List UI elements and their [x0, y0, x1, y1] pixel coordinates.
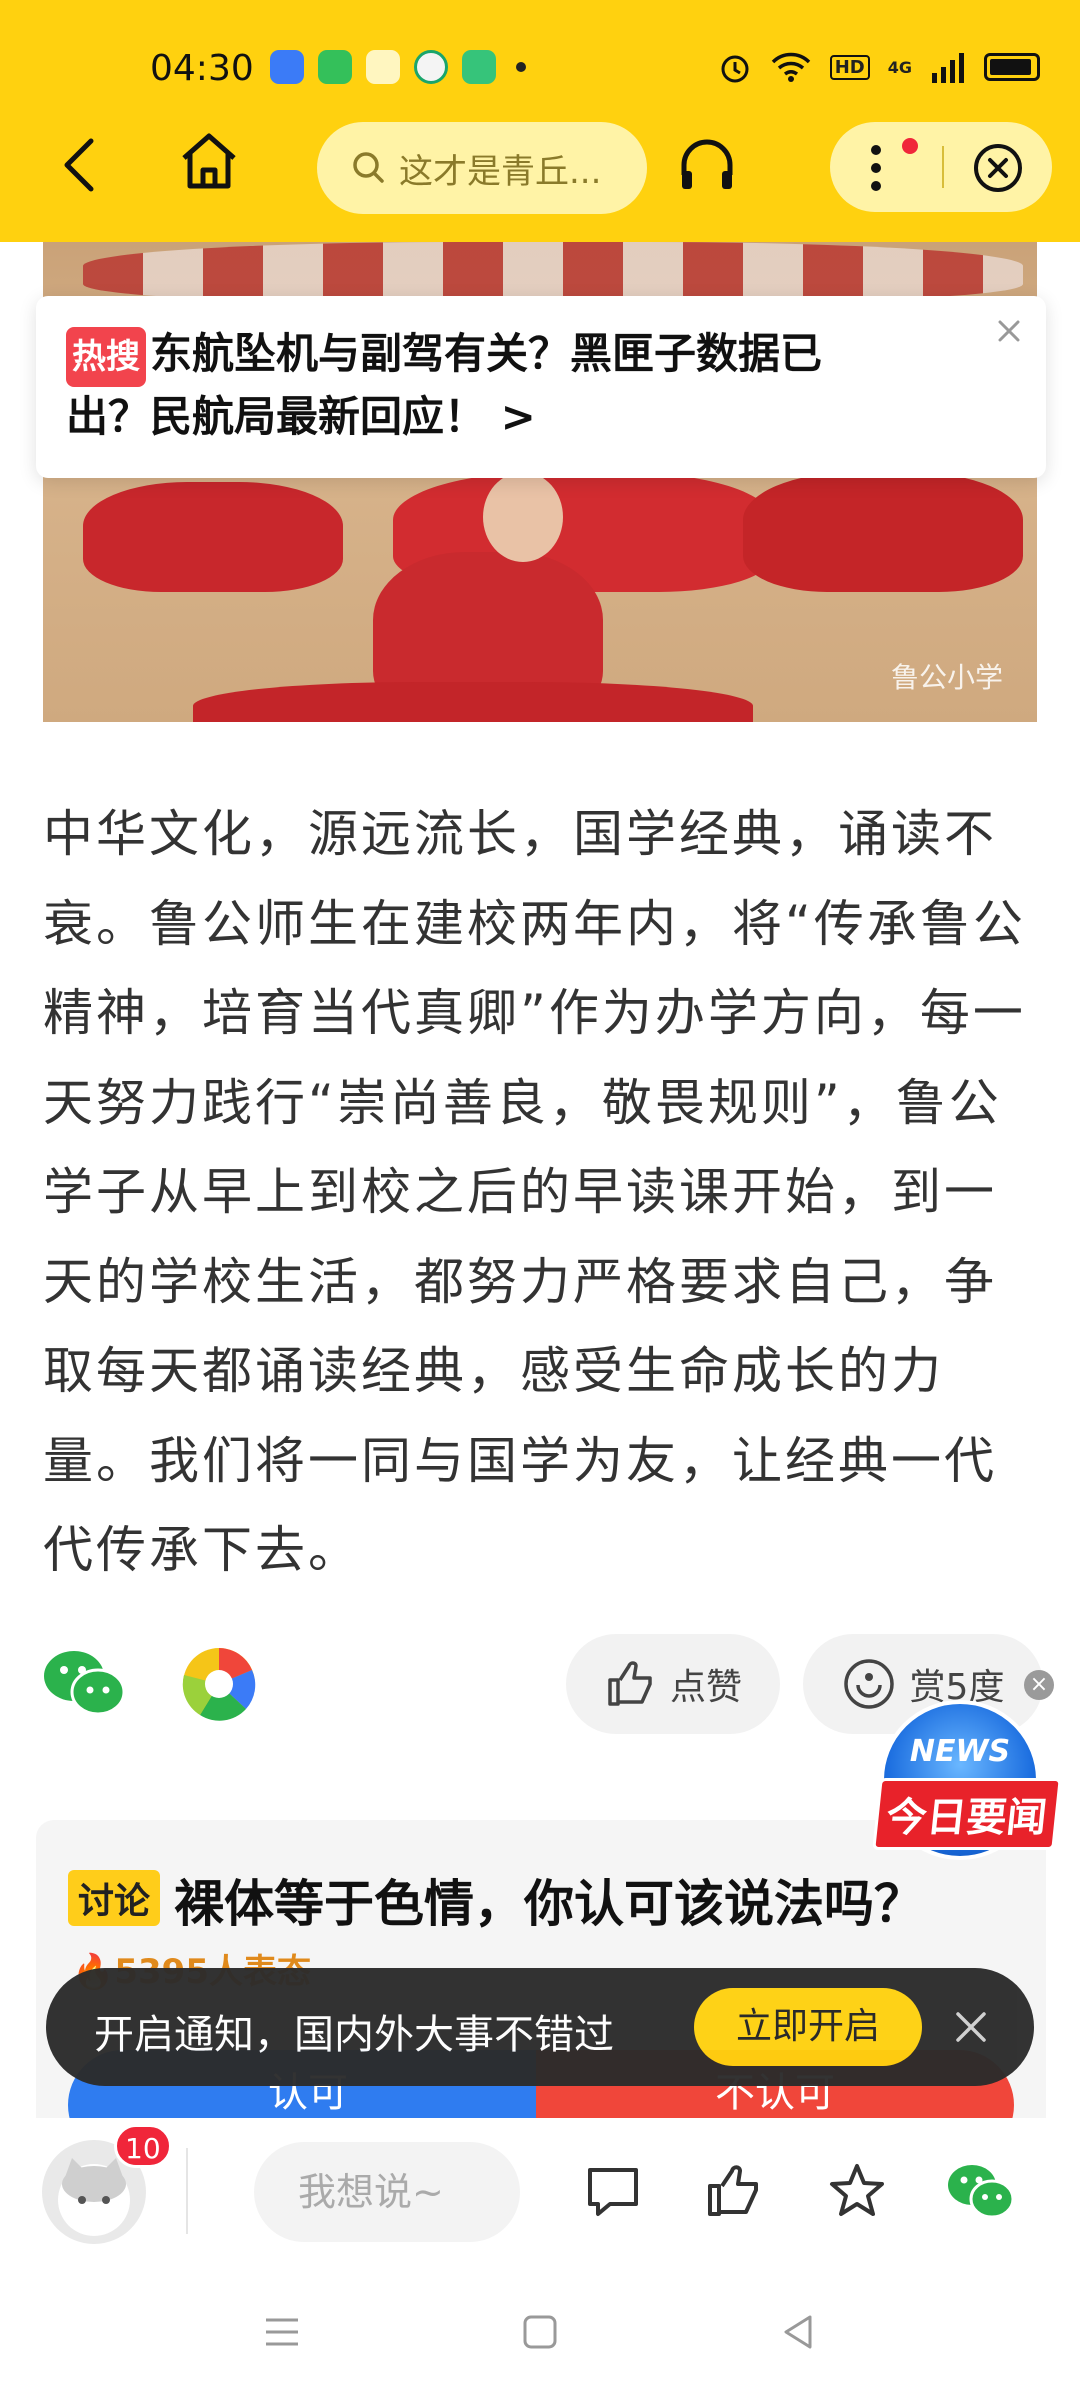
star-icon[interactable] — [828, 2162, 886, 2220]
discussion-tag: 讨论 — [68, 1870, 161, 1926]
signal-icon — [932, 53, 964, 83]
toast-message: 开启通知，国内外大事不错过 — [94, 2012, 614, 2058]
enable-notifications-button[interactable]: 立即开启 — [694, 1988, 922, 2066]
pill-divider — [942, 146, 944, 188]
reward-dismiss-icon[interactable]: × — [1024, 1670, 1054, 1700]
message-count-badge: 10 — [114, 2124, 172, 2168]
reward-icon — [843, 1659, 894, 1709]
system-navigation-bar — [0, 2268, 1080, 2400]
home-icon[interactable] — [178, 130, 240, 192]
wechat-icon[interactable] — [946, 2162, 1014, 2220]
banner-close-icon[interactable] — [994, 316, 1024, 346]
hot-search-banner[interactable]: 热搜 东航坠机与副驾有关？黑匣子数据已 出？民航局最新回应！ > — [36, 296, 1046, 478]
thumbs-up-icon[interactable] — [704, 2162, 762, 2220]
hd-indicator: HD — [829, 54, 870, 80]
news-badge-en: NEWS — [909, 1734, 1011, 1769]
hot-search-badge: 热搜 — [66, 327, 146, 387]
hot-search-line1: 热搜 东航坠机与副驾有关？黑匣子数据已 — [66, 324, 1016, 387]
like-button[interactable]: 点赞 — [566, 1634, 780, 1734]
thumbs-up-icon — [608, 1661, 652, 1706]
status-system-icons: HD 4G — [718, 50, 1040, 84]
back-triangle-icon[interactable] — [778, 2312, 818, 2352]
baidu-app-icon — [270, 50, 304, 84]
discussion-question[interactable]: 裸体等于色情，你认可该说法吗？ — [174, 1864, 924, 1936]
menu-icon[interactable] — [262, 2312, 302, 2352]
notification-dot — [902, 138, 918, 154]
green-app-icon — [318, 50, 352, 84]
battery-icon — [984, 53, 1040, 81]
bottom-action-bar: 10 我想说~ — [0, 2118, 1080, 2268]
status-app-icons — [270, 50, 526, 84]
toast-close-icon[interactable] — [952, 2008, 990, 2046]
news-badge-cn: 今日要闻 — [872, 1778, 1062, 1850]
today-news-badge[interactable]: NEWS 今日要闻 — [872, 1700, 1062, 1860]
home-square-icon[interactable] — [520, 2312, 560, 2352]
wechat-share-icon[interactable] — [42, 1648, 126, 1718]
back-icon[interactable] — [55, 135, 105, 195]
like-label: 点赞 — [669, 1667, 742, 1708]
action-pill — [830, 122, 1052, 212]
search-bar[interactable]: 这才是青丘... — [317, 122, 647, 214]
moments-share-icon[interactable] — [180, 1645, 258, 1723]
comment-icon[interactable] — [584, 2162, 642, 2220]
bottom-divider — [186, 2148, 188, 2234]
top-bar: 04:30 HD 4G 这才是青丘... — [0, 0, 1080, 242]
notification-toast: 开启通知，国内外大事不错过 立即开启 — [46, 1968, 1034, 2086]
wifi-icon — [771, 52, 810, 82]
comment-input[interactable]: 我想说~ — [254, 2142, 520, 2242]
search-icon — [353, 152, 384, 183]
phone-app-icon — [462, 50, 496, 84]
photo-watermark: 鲁公小学 — [890, 661, 1003, 694]
mail-app-icon — [366, 50, 400, 84]
more-icon[interactable] — [870, 144, 882, 192]
article-body: 中华文化，源远流长，国学经典，诵读不衰。鲁公师生在建校两年内，将“传承鲁公精神，… — [43, 805, 1026, 1579]
bank-app-icon — [414, 50, 448, 84]
more-notifications-dot — [516, 62, 526, 72]
alarm-icon — [721, 55, 749, 83]
close-icon[interactable] — [972, 142, 1024, 194]
hot-search-line2: 出？民航局最新回应！ > — [66, 392, 536, 441]
headphone-icon[interactable] — [676, 135, 738, 197]
network-indicator: 4G — [887, 57, 912, 77]
search-placeholder: 这才是青丘... — [399, 151, 602, 192]
status-time: 04:30 — [150, 48, 254, 89]
